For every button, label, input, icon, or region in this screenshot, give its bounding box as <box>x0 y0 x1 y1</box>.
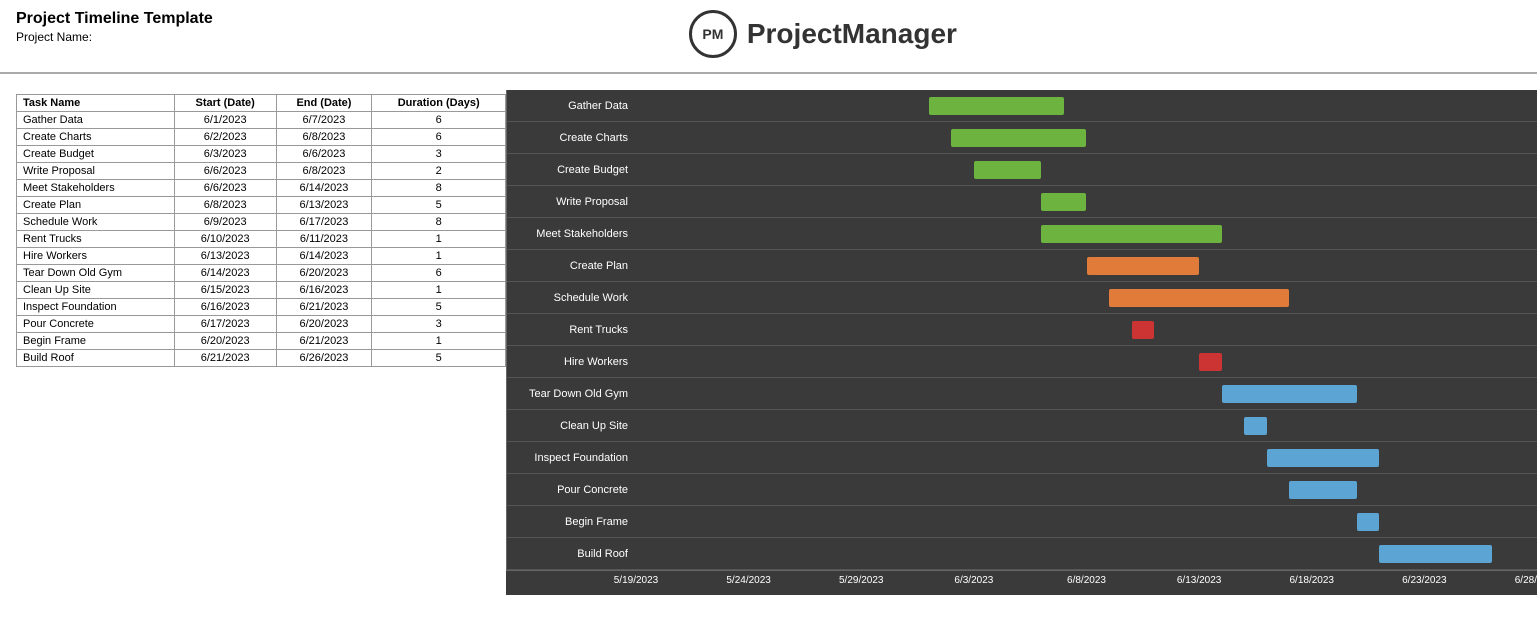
table-row: Meet Stakeholders6/6/20236/14/20238 <box>17 180 506 197</box>
gantt-bar <box>1199 353 1222 371</box>
gantt-bar <box>1109 289 1289 307</box>
table-row: Clean Up Site6/15/20236/16/20231 <box>17 282 506 299</box>
gantt-row: Hire Workers <box>506 346 1537 378</box>
table-section: Task Name Start (Date) End (Date) Durati… <box>0 90 506 595</box>
gantt-bar <box>1244 417 1267 435</box>
table-row: Tear Down Old Gym6/14/20236/20/20236 <box>17 265 506 282</box>
table-row: Create Charts6/2/20236/8/20236 <box>17 129 506 146</box>
gantt-bar <box>974 161 1042 179</box>
task-table: Task Name Start (Date) End (Date) Durati… <box>16 94 506 367</box>
table-row: Inspect Foundation6/16/20236/21/20235 <box>17 299 506 316</box>
gantt-row: Pour Concrete <box>506 474 1537 506</box>
table-row: Rent Trucks6/10/20236/11/20231 <box>17 231 506 248</box>
col-header-end: End (Date) <box>276 95 372 112</box>
gantt-bar <box>951 129 1086 147</box>
gantt-row: Inspect Foundation <box>506 442 1537 474</box>
main-content: Task Name Start (Date) End (Date) Durati… <box>0 82 1537 603</box>
gantt-row: Create Plan <box>506 250 1537 282</box>
table-row: Hire Workers6/13/20236/14/20231 <box>17 248 506 265</box>
col-header-duration: Duration (Days) <box>372 95 506 112</box>
page-title: Project Timeline Template <box>16 10 213 28</box>
gantt-row: Clean Up Site <box>506 410 1537 442</box>
brand-area: PM ProjectManager <box>689 0 957 64</box>
table-row: Create Plan6/8/20236/13/20235 <box>17 197 506 214</box>
gantt-row: Meet Stakeholders <box>506 218 1537 250</box>
gantt-row: Rent Trucks <box>506 314 1537 346</box>
gantt-row: Tear Down Old Gym <box>506 378 1537 410</box>
gantt-row: Schedule Work <box>506 282 1537 314</box>
table-row: Write Proposal6/6/20236/8/20232 <box>17 163 506 180</box>
gantt-row: Build Roof <box>506 538 1537 570</box>
brand-icon: PM <box>689 10 737 58</box>
gantt-bar <box>1132 321 1155 339</box>
gantt-bar <box>1041 193 1086 211</box>
col-header-task: Task Name <box>17 95 175 112</box>
gantt-bar <box>1267 449 1380 467</box>
gantt-row: Gather Data <box>506 90 1537 122</box>
gantt-bar <box>1087 257 1200 275</box>
gantt-row: Begin Frame <box>506 506 1537 538</box>
gantt-bar <box>1222 385 1357 403</box>
gantt-bar <box>1357 513 1380 531</box>
gantt-bar <box>1379 545 1492 563</box>
table-row: Create Budget6/3/20236/6/20233 <box>17 146 506 163</box>
table-row: Gather Data6/1/20236/7/20236 <box>17 112 506 129</box>
table-row: Build Roof6/21/20236/26/20235 <box>17 350 506 367</box>
table-row: Schedule Work6/9/20236/17/20238 <box>17 214 506 231</box>
gantt-bar <box>929 97 1064 115</box>
col-header-start: Start (Date) <box>174 95 276 112</box>
gantt-bar <box>1289 481 1357 499</box>
brand-name: ProjectManager <box>747 18 957 50</box>
gantt-row: Write Proposal <box>506 186 1537 218</box>
gantt-row: Create Charts <box>506 122 1537 154</box>
gantt-bar <box>1041 225 1221 243</box>
gantt-row: Create Budget <box>506 154 1537 186</box>
table-row: Pour Concrete6/17/20236/20/20233 <box>17 316 506 333</box>
gantt-chart: Gather DataCreate ChartsCreate BudgetWri… <box>506 90 1537 595</box>
table-row: Begin Frame6/20/20236/21/20231 <box>17 333 506 350</box>
project-name-label: Project Name: <box>16 30 213 44</box>
